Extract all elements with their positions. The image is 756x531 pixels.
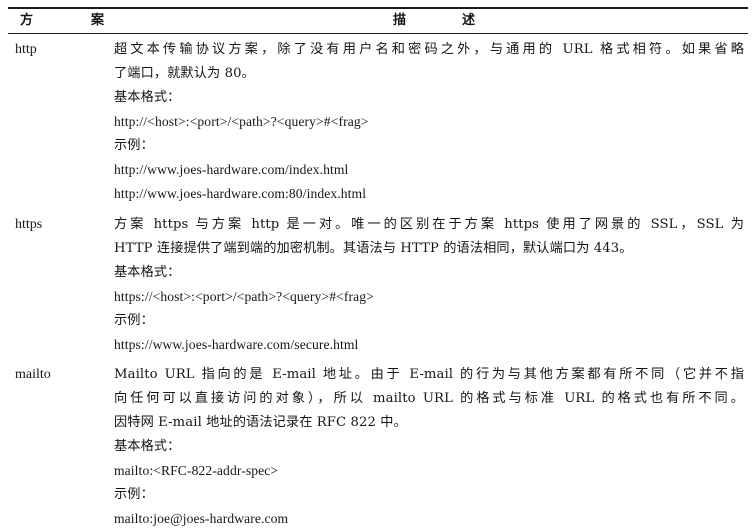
example-label: 示例：: [114, 138, 154, 153]
description-line: 了端口，就默认为 80。: [114, 66, 255, 81]
format-label: 基本格式：: [114, 265, 181, 280]
table-top-rule: [8, 7, 748, 9]
document-page: 方 案 描 述 http 超文本传输协议方案，除了没有用户名和密码之外，与通用的…: [0, 0, 756, 528]
example-url: https://www.joes-hardware.com/secure.htm…: [114, 337, 359, 352]
description-line: 因特网 E-mail 地址的语法记录在 RFC 822 中。: [114, 415, 407, 430]
description-cell: Mailto URL 指向的是 E-mail 地址。由于 E-mail 的行为与…: [114, 363, 744, 531]
table-header: 方 案 描 述: [0, 10, 756, 32]
description-line: Mailto URL 指向的是 E-mail 地址。由于 E-mail 的行为与…: [114, 367, 744, 382]
format-label: 基本格式：: [114, 439, 181, 454]
description-line: 方案 https 与方案 http 是一对。唯一的区别在于方案 https 使用…: [114, 217, 744, 232]
description-line: 超文本传输协议方案，除了没有用户名和密码之外，与通用的 URL 格式相符。如果省…: [114, 42, 744, 57]
table-header-rule: [8, 33, 748, 34]
example-url: mailto:joe@joes-hardware.com: [114, 511, 289, 526]
scheme-cell: http: [15, 42, 37, 57]
scheme-cell: mailto: [15, 367, 51, 382]
format-syntax: mailto:<RFC-822-addr-spec>: [114, 463, 279, 478]
example-label: 示例：: [114, 313, 154, 328]
header-description-char-2: 述: [461, 13, 475, 28]
format-label: 基本格式：: [114, 90, 181, 105]
description-line: HTTP 连接提供了端到端的加密机制。其语法与 HTTP 的语法相同，默认端口为…: [114, 241, 633, 256]
example-url: http://www.joes-hardware.com:80/index.ht…: [114, 186, 367, 201]
format-syntax: https://<host>:<port>/<path>?<query>#<fr…: [114, 289, 374, 304]
example-label: 示例：: [114, 487, 154, 502]
description-cell: 超文本传输协议方案，除了没有用户名和密码之外，与通用的 URL 格式相符。如果省…: [114, 38, 744, 206]
description-cell: 方案 https 与方案 http 是一对。唯一的区别在于方案 https 使用…: [114, 213, 744, 357]
format-syntax: http://<host>:<port>/<path>?<query>#<fra…: [114, 114, 369, 129]
header-description-char-1: 描: [393, 13, 407, 28]
example-url: http://www.joes-hardware.com/index.html: [114, 162, 349, 177]
scheme-cell: https: [15, 217, 43, 232]
description-line: 向任何可以直接访问的对象），所以 mailto URL 的格式与标准 URL 的…: [114, 391, 744, 406]
header-scheme-char-1: 方: [20, 13, 34, 28]
header-scheme: 方 案: [20, 10, 104, 32]
header-scheme-char-2: 案: [90, 13, 104, 28]
header-description: 描 述: [393, 10, 475, 32]
